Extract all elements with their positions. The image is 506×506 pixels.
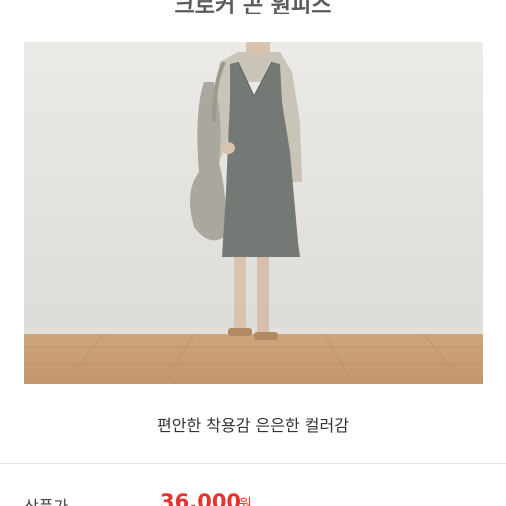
price-value: 36,000 xyxy=(160,490,242,506)
price-label: 상품가 xyxy=(24,493,68,506)
divider xyxy=(0,463,506,464)
product-caption: 편안한 착용감 은은한 컬러감 xyxy=(157,416,349,435)
product-title: 크로커 곤 원피스 xyxy=(174,0,332,14)
price-unit: 원 xyxy=(239,497,252,506)
price-row: 상품가 36,000 원 xyxy=(0,490,506,506)
title-area: 크로커 곤 원피스 xyxy=(0,0,506,14)
product-photo xyxy=(24,42,483,384)
